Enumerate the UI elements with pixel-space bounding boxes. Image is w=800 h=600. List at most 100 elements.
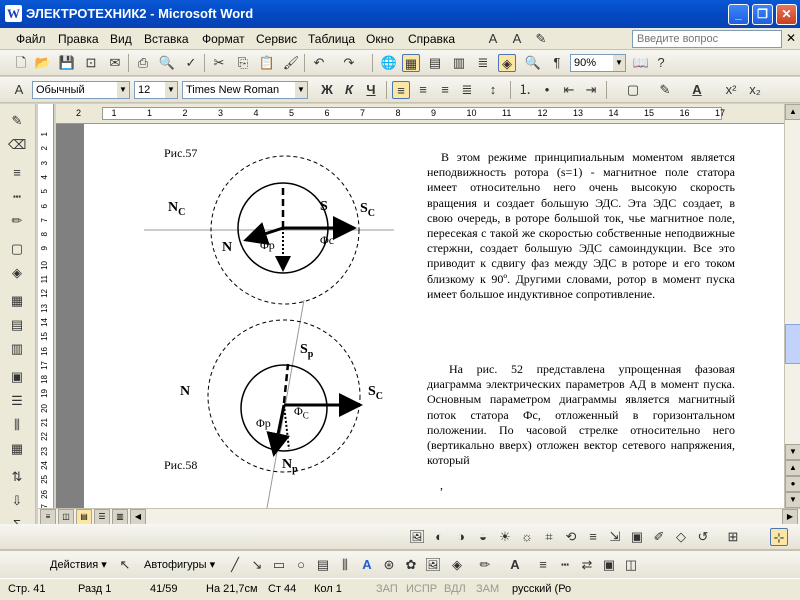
menu-edit[interactable]: Правка (58, 32, 99, 46)
text-direction-icon[interactable]: ⇅ (8, 468, 26, 486)
color-icon[interactable]: ◐ (430, 528, 448, 546)
font-color-icon[interactable]: A (688, 81, 706, 99)
draw-font-color-icon[interactable]: A (506, 556, 524, 574)
more-brightness-icon[interactable]: ☀ (496, 528, 514, 546)
new-document-icon[interactable]: 🗋 (12, 54, 30, 72)
textbox-tool-icon[interactable]: ▤ (314, 556, 332, 574)
eraser-icon[interactable]: ⌫ (8, 136, 26, 154)
rotate-icon[interactable]: ⟲ (562, 528, 580, 546)
undo-icon[interactable]: ↶ (310, 54, 328, 72)
insert-picture-icon[interactable]: 🖼 (408, 528, 426, 546)
horizontal-ruler[interactable]: 2 1 1 2 3 4 5 6 7 8 9 10 11 12 13 14 15 16 17 (56, 104, 784, 124)
open-icon[interactable]: 📂 (34, 54, 52, 72)
highlight-color-icon[interactable]: ✎ (656, 81, 674, 99)
highlight-icon[interactable]: ✎ (532, 30, 550, 48)
dash-icon[interactable]: ┅ (556, 556, 574, 574)
insert-excel-icon[interactable]: ▥ (450, 54, 468, 72)
status-rec[interactable]: ЗАП (376, 583, 398, 595)
underline-button[interactable]: Ч (362, 81, 380, 99)
insert-table-icon[interactable]: ▤ (426, 54, 444, 72)
bold-button[interactable]: Ж (318, 81, 336, 99)
close-button[interactable]: ✕ (776, 4, 797, 25)
align-left-icon[interactable]: ≡ (392, 81, 410, 99)
distribute-rows-icon[interactable]: ☰ (8, 392, 26, 410)
align-right-icon[interactable]: ≡ (436, 81, 454, 99)
align-cell-icon[interactable]: ▣ (8, 368, 26, 386)
columns-icon[interactable]: ≣ (474, 54, 492, 72)
autoshapes-menu[interactable]: Автофигуры ▾ (144, 558, 215, 571)
justify-icon[interactable]: ≣ (458, 81, 476, 99)
menu-format[interactable]: Формат (202, 32, 245, 46)
oval-tool-icon[interactable]: ○ (292, 556, 310, 574)
paragraph-2[interactable]: На рис. 52 представлена упрощенная фазов… (427, 362, 735, 468)
email-icon[interactable]: ✉ (106, 54, 124, 72)
rectangle-tool-icon[interactable]: ▭ (270, 556, 288, 574)
decrease-indent-icon[interactable]: ⇤ (560, 81, 578, 99)
prev-page-button[interactable]: ▲ (785, 460, 800, 476)
close-document-icon[interactable]: ✕ (786, 31, 796, 45)
line-weight-icon[interactable]: ≡ (534, 556, 552, 574)
align-center-icon[interactable]: ≡ (414, 81, 432, 99)
maximize-button[interactable]: ❐ (752, 4, 773, 25)
reading-view-button[interactable]: ▥ (112, 509, 128, 525)
fill-color-icon[interactable]: ◈ (448, 556, 466, 574)
line-style-pic-icon[interactable]: ≡ (584, 528, 602, 546)
clipart-icon[interactable]: ✿ (402, 556, 420, 574)
horizontal-scrollbar[interactable]: ≡ ◫ ▤ ☰ ▥ ◀ ▶ (38, 508, 800, 525)
crop-icon[interactable]: ⌗ (540, 528, 558, 546)
paragraph-1[interactable]: В этом режиме принципиальным моментом яв… (427, 150, 735, 302)
format-picture-icon[interactable]: ✐ (650, 528, 668, 546)
vertical-scrollbar[interactable]: ▲ ▼ ▲ ● ▼ (784, 104, 800, 508)
less-brightness-icon[interactable]: ☼ (518, 528, 536, 546)
outline-view-button[interactable]: ☰ (94, 509, 110, 525)
word-app-icon[interactable]: W (5, 5, 22, 22)
menu-table[interactable]: Таблица (308, 32, 355, 46)
wordart-icon[interactable]: A (358, 556, 376, 574)
more-contrast-icon[interactable]: ◑ (452, 528, 470, 546)
paste-icon[interactable]: 📋 (258, 54, 276, 72)
line-spacing-icon[interactable]: ↕ (484, 81, 502, 99)
scroll-down-button[interactable]: ▼ (785, 444, 800, 460)
scroll-thumb[interactable] (785, 324, 800, 364)
cut-icon[interactable]: ✂ (210, 54, 228, 72)
arrow-style-icon[interactable]: ⇄ (578, 556, 596, 574)
bullets-icon[interactable]: • (538, 81, 556, 99)
save-icon[interactable]: 💾 (58, 54, 76, 72)
menu-help[interactable]: Справка (408, 32, 455, 46)
menu-window[interactable]: Окно (366, 32, 394, 46)
3d-icon[interactable]: ◫ (622, 556, 640, 574)
web-view-button[interactable]: ◫ (58, 509, 74, 525)
font-size-select[interactable]: 12 ▼ (134, 81, 178, 99)
font-shrink-icon[interactable]: A (508, 30, 526, 48)
arrow-tool-icon[interactable]: ↘ (248, 556, 266, 574)
select-objects-icon[interactable]: ↖ (116, 556, 134, 574)
split-cells-icon[interactable]: ▥ (8, 340, 26, 358)
menu-view[interactable]: Вид (110, 32, 132, 46)
style-select[interactable]: Обычный ▼ (32, 81, 130, 99)
spelling-icon[interactable]: ✓ (182, 54, 200, 72)
shadow-icon[interactable]: ▣ (600, 556, 618, 574)
merge-cells-icon[interactable]: ▤ (8, 316, 26, 334)
dash-style-icon[interactable]: ┅ (8, 188, 26, 206)
reset-picture-icon[interactable]: ↺ (694, 528, 712, 546)
autoformat-icon[interactable]: ▦ (8, 440, 26, 458)
scroll-left-button[interactable]: ◀ (130, 509, 146, 525)
browse-object-button[interactable]: ● (785, 476, 800, 492)
shading-icon[interactable]: ◈ (8, 264, 26, 282)
pencil-icon[interactable]: ✎ (8, 112, 26, 130)
text-wrap-icon[interactable]: ▣ (628, 528, 646, 546)
tables-borders-icon[interactable]: ▦ (402, 54, 420, 72)
vertical-textbox-icon[interactable]: ⫼ (336, 556, 354, 574)
line-tool-icon[interactable]: ╱ (226, 556, 244, 574)
scroll-up-button[interactable]: ▲ (785, 104, 800, 120)
border-icon[interactable]: ▢ (624, 81, 642, 99)
increase-indent-icon[interactable]: ⇥ (582, 81, 600, 99)
subscript-icon[interactable]: x₂ (746, 81, 764, 99)
less-contrast-icon[interactable]: ◒ (474, 528, 492, 546)
set-transparent-icon[interactable]: ◇ (672, 528, 690, 546)
scroll-right-button[interactable]: ▶ (782, 509, 798, 525)
normal-view-button[interactable]: ≡ (40, 509, 56, 525)
border-color-icon[interactable]: ✏ (8, 212, 26, 230)
permission-icon[interactable]: ⊡ (82, 54, 100, 72)
numbering-icon[interactable]: ⒈ (516, 81, 534, 99)
